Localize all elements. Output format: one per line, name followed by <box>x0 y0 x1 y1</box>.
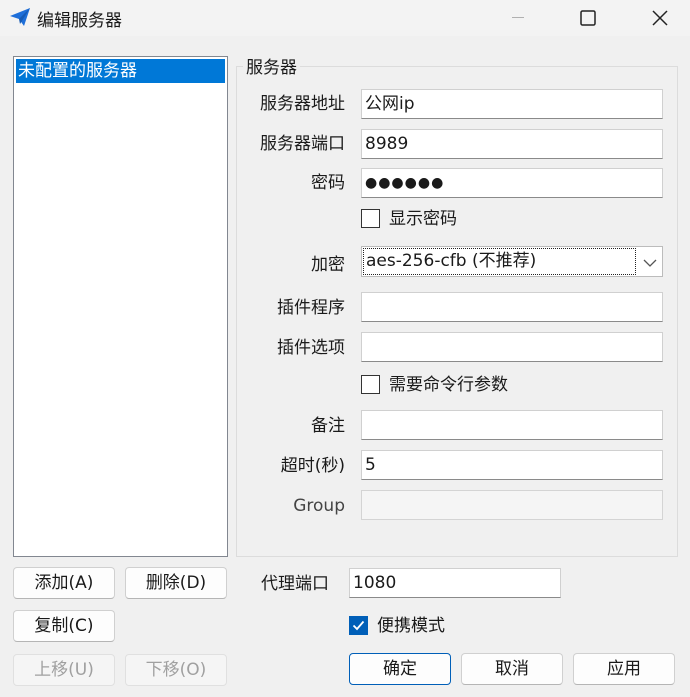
delete-button[interactable]: 删除(D) <box>125 567 227 599</box>
server-address-input[interactable]: 公网ip <box>361 89 663 119</box>
minimize-button[interactable] <box>492 0 544 36</box>
close-button[interactable] <box>634 0 686 36</box>
checkmark-icon <box>352 620 365 631</box>
show-password-label[interactable]: 显示密码 <box>389 208 457 230</box>
apply-button[interactable]: 应用 <box>573 653 675 685</box>
window-title: 编辑服务器 <box>37 11 122 31</box>
group-label: Group <box>293 496 345 516</box>
maximize-button[interactable] <box>562 0 614 36</box>
maximize-icon <box>580 10 596 26</box>
chevron-down-icon <box>642 255 658 269</box>
server-port-input[interactable]: 8989 <box>361 129 663 159</box>
password-input[interactable]: ●●●●●● <box>361 168 663 198</box>
list-item[interactable]: 未配置的服务器 <box>16 59 225 83</box>
paper-plane-icon <box>9 7 31 27</box>
minimize-icon <box>512 17 524 18</box>
proxy-port-label: 代理端口 <box>261 574 329 594</box>
encryption-selected-value: aes-256-cfb (不推荐) <box>363 248 636 275</box>
group-title: 服务器 <box>243 53 300 78</box>
proxy-port-input[interactable]: 1080 <box>349 568 561 598</box>
portable-mode-checkbox[interactable] <box>349 616 368 635</box>
timeout-input[interactable]: 5 <box>361 450 663 480</box>
plugin-options-input[interactable] <box>361 332 663 362</box>
portable-mode-label[interactable]: 便携模式 <box>377 615 445 637</box>
server-port-label: 服务器端口 <box>260 134 345 154</box>
show-password-checkbox[interactable] <box>361 209 380 228</box>
plugin-program-label: 插件程序 <box>277 298 345 318</box>
encryption-label: 加密 <box>311 255 345 275</box>
remarks-input[interactable] <box>361 410 663 440</box>
need-cli-args-checkbox[interactable] <box>361 375 380 394</box>
move-down-button[interactable]: 下移(O) <box>125 654 227 686</box>
copy-button[interactable]: 复制(C) <box>13 610 115 642</box>
plugin-options-label: 插件选项 <box>277 338 345 358</box>
title-bar[interactable]: 编辑服务器 <box>0 0 690 36</box>
server-address-label: 服务器地址 <box>260 94 345 114</box>
need-cli-args-label[interactable]: 需要命令行参数 <box>389 374 508 396</box>
move-up-button[interactable]: 上移(U) <box>13 654 115 686</box>
server-list[interactable]: 未配置的服务器 <box>13 56 228 557</box>
plugin-program-input[interactable] <box>361 292 663 322</box>
group-input <box>361 490 663 520</box>
password-label: 密码 <box>311 173 345 193</box>
add-button[interactable]: 添加(A) <box>13 567 115 599</box>
cancel-button[interactable]: 取消 <box>461 653 563 685</box>
close-icon <box>652 10 668 26</box>
remarks-label: 备注 <box>311 416 345 436</box>
ok-button[interactable]: 确定 <box>349 653 451 685</box>
timeout-label: 超时(秒) <box>280 456 345 476</box>
encryption-select[interactable]: aes-256-cfb (不推荐) <box>361 246 663 277</box>
